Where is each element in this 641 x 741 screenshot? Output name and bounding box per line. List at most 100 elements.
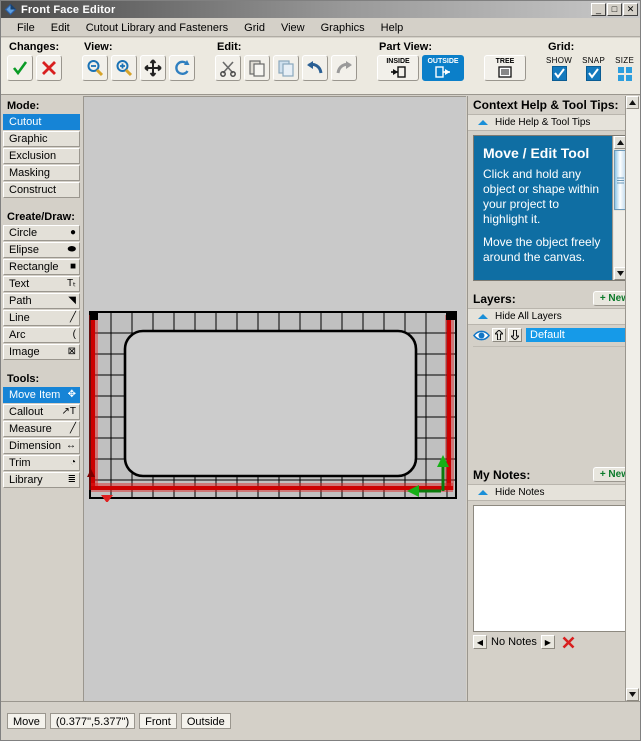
layer-name[interactable]: Default xyxy=(526,328,636,342)
library-icon: ≣ xyxy=(67,474,76,485)
grid-snap-checkbox[interactable] xyxy=(586,66,602,81)
mode-item-construct[interactable]: Construct xyxy=(3,182,80,198)
mode-item-label: Graphic xyxy=(9,133,48,145)
tool-item-move-item[interactable]: Move Item ✥ xyxy=(3,387,80,403)
menu-graphics[interactable]: Graphics xyxy=(313,21,373,35)
paste-button[interactable] xyxy=(244,55,270,81)
draw-item-rectangle[interactable]: Rectangle ■ xyxy=(3,259,80,275)
draw-item-arc[interactable]: Arc ( xyxy=(3,327,80,343)
accept-changes-button[interactable] xyxy=(7,55,33,81)
draw-item-circle[interactable]: Circle ● xyxy=(3,225,80,241)
grid-snap-control[interactable]: SNAP xyxy=(582,56,605,84)
hide-notes-toggle[interactable]: Hide Notes xyxy=(468,484,640,501)
grid-snap-label: SNAP xyxy=(582,56,606,65)
close-button[interactable]: ✕ xyxy=(623,3,638,16)
grid-size-icon[interactable] xyxy=(617,67,632,84)
help-text: Move / Edit Tool Click and hold any obje… xyxy=(474,136,612,280)
menu-cutout-library-and-fasteners[interactable]: Cutout Library and Fasteners xyxy=(78,21,236,35)
panel-scrollbar[interactable] xyxy=(625,96,640,701)
draw-item-elipse[interactable]: Elipse ⬬ xyxy=(3,242,80,258)
tools-section-label: Tools: xyxy=(7,373,40,385)
tool-item-dimension[interactable]: Dimension ↔ xyxy=(3,438,80,454)
tool-item-label: Library xyxy=(9,474,43,486)
status-tool: Move xyxy=(7,713,46,729)
zoom-out-icon xyxy=(87,60,104,77)
part-view-inside-button[interactable]: INSIDE xyxy=(377,55,419,81)
pan-button[interactable] xyxy=(140,55,166,81)
mode-section-label: Mode: xyxy=(7,100,40,112)
image-icon: ⊠ xyxy=(67,346,76,357)
draw-item-text[interactable]: Text Tₜ xyxy=(3,276,80,292)
grip-icon xyxy=(616,177,624,183)
tree-group-spacer xyxy=(484,41,526,53)
tool-item-label: Measure xyxy=(9,423,52,435)
mode-item-exclusion[interactable]: Exclusion xyxy=(3,148,80,164)
grid-group-label: Grid: xyxy=(548,41,575,53)
tool-item-library[interactable]: Library ≣ xyxy=(3,472,80,488)
notes-textarea[interactable] xyxy=(473,505,636,632)
redo-button[interactable] xyxy=(331,55,357,81)
tree-button[interactable]: TREE xyxy=(484,55,526,81)
menu-help[interactable]: Help xyxy=(373,21,412,35)
checkmark-icon xyxy=(588,68,599,79)
layers-panel-title: Layers: xyxy=(473,291,516,306)
mode-item-cutout[interactable]: Cutout xyxy=(3,114,80,130)
zoom-in-button[interactable] xyxy=(111,55,137,81)
mode-item-graphic[interactable]: Graphic xyxy=(3,131,80,147)
move-icon: ✥ xyxy=(67,389,76,400)
draw-item-line[interactable]: Line ╱ xyxy=(3,310,80,326)
canvas-area[interactable] xyxy=(83,96,466,701)
menu-view[interactable]: View xyxy=(273,21,313,35)
notes-next-button[interactable]: ▶ xyxy=(540,635,555,649)
main-toolbar: Changes: View: Edit: Part View: INSIDE O… xyxy=(1,38,640,95)
hide-help-toggle[interactable]: Hide Help & Tool Tips xyxy=(468,114,640,131)
grid-show-checkbox[interactable] xyxy=(551,66,567,81)
reject-changes-button[interactable] xyxy=(36,55,62,81)
edit-group-label: Edit: xyxy=(217,41,242,53)
layer-visibility-icon[interactable] xyxy=(473,329,490,342)
notes-prev-button[interactable]: ◀ xyxy=(473,635,487,649)
help-panel-title: Context Help & Tool Tips: xyxy=(473,98,619,112)
refresh-button[interactable] xyxy=(169,55,195,81)
menu-edit[interactable]: Edit xyxy=(43,21,78,35)
tree-label: TREE xyxy=(495,58,515,65)
draw-item-label: Image xyxy=(9,346,40,358)
layer-move-down-button[interactable] xyxy=(508,328,522,342)
draw-item-image[interactable]: Image ⊠ xyxy=(3,344,80,360)
menu-grid[interactable]: Grid xyxy=(236,21,273,35)
copy-button[interactable] xyxy=(273,55,299,81)
checkmark-icon xyxy=(553,68,565,79)
scroll-up-button[interactable] xyxy=(626,96,639,109)
maximize-button[interactable]: □ xyxy=(607,3,622,16)
cut-button[interactable] xyxy=(215,55,241,81)
window-controls: _ □ ✕ xyxy=(591,3,638,16)
grid-size-control[interactable]: SIZE xyxy=(615,56,634,84)
arrow-out-of-box-icon xyxy=(435,66,450,78)
delete-note-button[interactable] xyxy=(562,636,575,649)
draw-item-path[interactable]: Path ◥ xyxy=(3,293,80,309)
front-face-editor-window: Front Face Editor _ □ ✕ File Edit Cutout… xyxy=(0,0,641,741)
tool-item-callout[interactable]: Callout ↗T xyxy=(3,404,80,420)
front-face-drawing[interactable] xyxy=(85,309,461,502)
scroll-down-button[interactable] xyxy=(626,688,639,701)
hide-layers-toggle[interactable]: Hide All Layers xyxy=(468,308,640,325)
menu-file[interactable]: File xyxy=(9,21,43,35)
toolbar-group-edit: Edit: xyxy=(209,38,363,94)
layer-move-up-button[interactable] xyxy=(492,328,506,342)
triangle-down-icon xyxy=(629,692,636,697)
mode-item-masking[interactable]: Masking xyxy=(3,165,80,181)
draw-item-label: Path xyxy=(9,295,32,307)
tool-item-trim[interactable]: Trim ◔ xyxy=(3,455,80,471)
toolbar-group-changes: Changes: xyxy=(1,38,68,94)
undo-button[interactable] xyxy=(302,55,328,81)
circle-icon: ● xyxy=(69,227,76,238)
minimize-button[interactable]: _ xyxy=(591,3,606,16)
layer-row[interactable]: Default xyxy=(468,325,640,342)
grid-show-control[interactable]: SHOW xyxy=(546,56,572,84)
hide-layers-label: Hide All Layers xyxy=(495,311,562,322)
left-sidebar: Mode: Cutout Graphic Exclusion Masking C… xyxy=(1,96,82,701)
part-view-outside-button[interactable]: OUTSIDE xyxy=(422,55,464,81)
tool-item-measure[interactable]: Measure ╱ xyxy=(3,421,80,437)
zoom-out-button[interactable] xyxy=(82,55,108,81)
